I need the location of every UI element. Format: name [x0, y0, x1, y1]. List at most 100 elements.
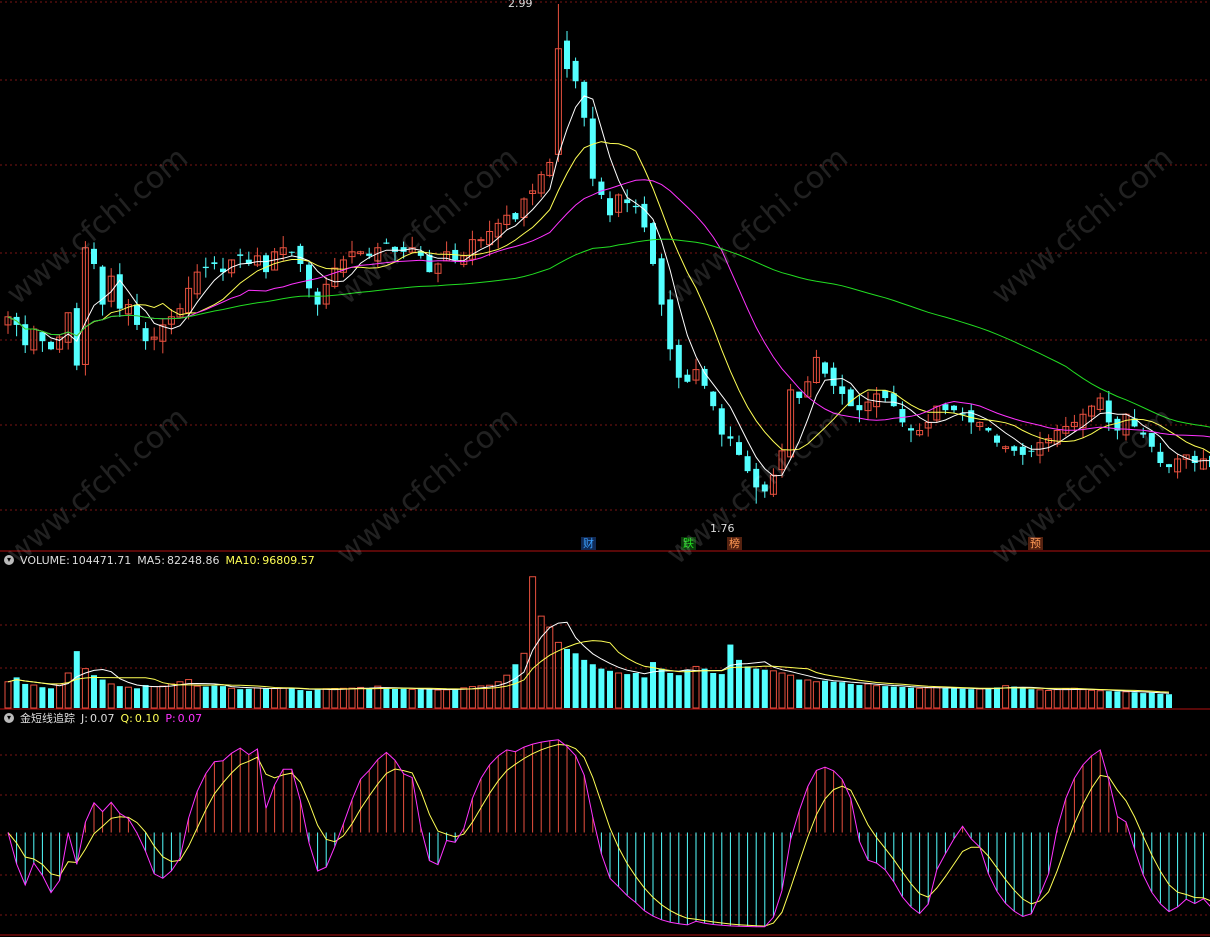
- volume-bar: [890, 686, 897, 708]
- candle-body: [1157, 451, 1164, 464]
- volume-bar: [744, 666, 751, 708]
- volume-bar: [942, 688, 949, 708]
- volume-bar: [1053, 689, 1061, 709]
- volume-bar: [701, 668, 708, 708]
- volume-bar: [426, 688, 433, 708]
- volume-bar: [91, 675, 97, 708]
- volume-bar: [383, 688, 390, 708]
- volume-bar: [976, 688, 984, 709]
- q-label: Q:: [120, 711, 133, 725]
- volume-bar: [288, 687, 295, 708]
- candle-body: [650, 223, 656, 264]
- volume-bar: [477, 685, 485, 709]
- q-value: 0.10: [134, 711, 160, 725]
- indicator-p-line: [7, 739, 1210, 928]
- volume-bar: [822, 680, 828, 708]
- volume-bar: [753, 668, 760, 708]
- volume-bar: [374, 685, 382, 709]
- volume-bar: [1011, 686, 1018, 708]
- volume-bar: [408, 688, 416, 709]
- volume-bar: [417, 689, 424, 708]
- volume-bar: [692, 665, 700, 709]
- volume-bar: [908, 687, 914, 708]
- candle-body: [856, 405, 863, 411]
- j-label: J:: [81, 711, 88, 725]
- candle-body: [718, 408, 725, 435]
- volume-bar: [159, 685, 167, 709]
- volume-bar: [237, 689, 244, 708]
- volume-bar: [150, 686, 158, 709]
- volume-bar: [727, 644, 734, 708]
- volume-bar: [1019, 688, 1026, 708]
- volume-bar: [812, 681, 820, 709]
- candle-body: [1028, 450, 1035, 452]
- candle-body: [202, 266, 209, 269]
- marker-ranking[interactable]: 榜: [727, 537, 742, 550]
- candle-body: [607, 198, 613, 216]
- volume-bar: [314, 689, 321, 708]
- p-value: 0.07: [177, 711, 203, 725]
- candle-body: [211, 262, 218, 264]
- candle-body: [288, 251, 295, 253]
- volume-bar: [1140, 693, 1147, 708]
- candle-body: [710, 391, 717, 407]
- volume-bar: [787, 674, 795, 709]
- ma10-value: 96809.57: [262, 553, 315, 567]
- volume-bar: [220, 686, 226, 708]
- volume-bar: [624, 674, 631, 708]
- chevron-down-icon[interactable]: ▾: [4, 713, 14, 723]
- volume-bar: [1088, 689, 1096, 709]
- candle-body: [1166, 464, 1172, 468]
- volume-bar: [529, 576, 537, 709]
- candle-body: [830, 367, 837, 386]
- volume-bar: [968, 689, 975, 708]
- volume-value: 104471.71: [71, 553, 132, 567]
- volume-bar: [1131, 692, 1138, 708]
- candle-body: [142, 328, 149, 342]
- volume-bar: [1062, 688, 1070, 709]
- volume-bar: [1114, 691, 1121, 708]
- volume-bar: [13, 677, 20, 708]
- volume-bar: [392, 688, 398, 708]
- candle-body: [314, 291, 321, 305]
- volume-bar: [1002, 685, 1010, 709]
- volume-bar: [994, 687, 1000, 708]
- volume-bar: [572, 653, 579, 708]
- volume-bar: [916, 687, 924, 709]
- candle-body: [1105, 400, 1112, 423]
- stock-chart[interactable]: [0, 0, 1210, 937]
- candle-body: [968, 410, 975, 423]
- volume-bar: [107, 683, 115, 709]
- candle-body: [882, 390, 889, 399]
- volume-bar: [271, 688, 279, 709]
- volume-bar: [1148, 692, 1155, 708]
- volume-bar: [589, 664, 596, 708]
- volume-bar: [468, 686, 476, 709]
- volume-bar: [434, 689, 442, 709]
- candle-body: [426, 254, 433, 273]
- volume-bar: [864, 683, 872, 709]
- volume-bar: [1028, 689, 1035, 708]
- volume-bar: [882, 686, 889, 708]
- marker-finance[interactable]: 财: [581, 537, 596, 550]
- volume-bar: [951, 688, 957, 708]
- volume-bar: [228, 687, 236, 709]
- ma5-label: MA5:: [137, 553, 166, 567]
- volume-bar: [460, 687, 468, 709]
- candle-body: [994, 435, 1000, 443]
- candle-body: [899, 409, 906, 423]
- volume-bar: [512, 664, 519, 708]
- volume-bar: [650, 662, 656, 708]
- volume-bar: [357, 686, 365, 709]
- candle-body: [1011, 446, 1018, 451]
- volume-bar: [503, 674, 511, 709]
- volume-bar: [684, 669, 691, 708]
- volume-bar: [443, 689, 451, 709]
- candle-body: [263, 255, 269, 273]
- volume-bar: [830, 681, 837, 708]
- candle-body: [477, 239, 485, 242]
- volume-bar: [1045, 690, 1053, 709]
- volume-bar: [39, 687, 46, 708]
- candle-body: [572, 60, 579, 82]
- candle-body: [796, 391, 803, 399]
